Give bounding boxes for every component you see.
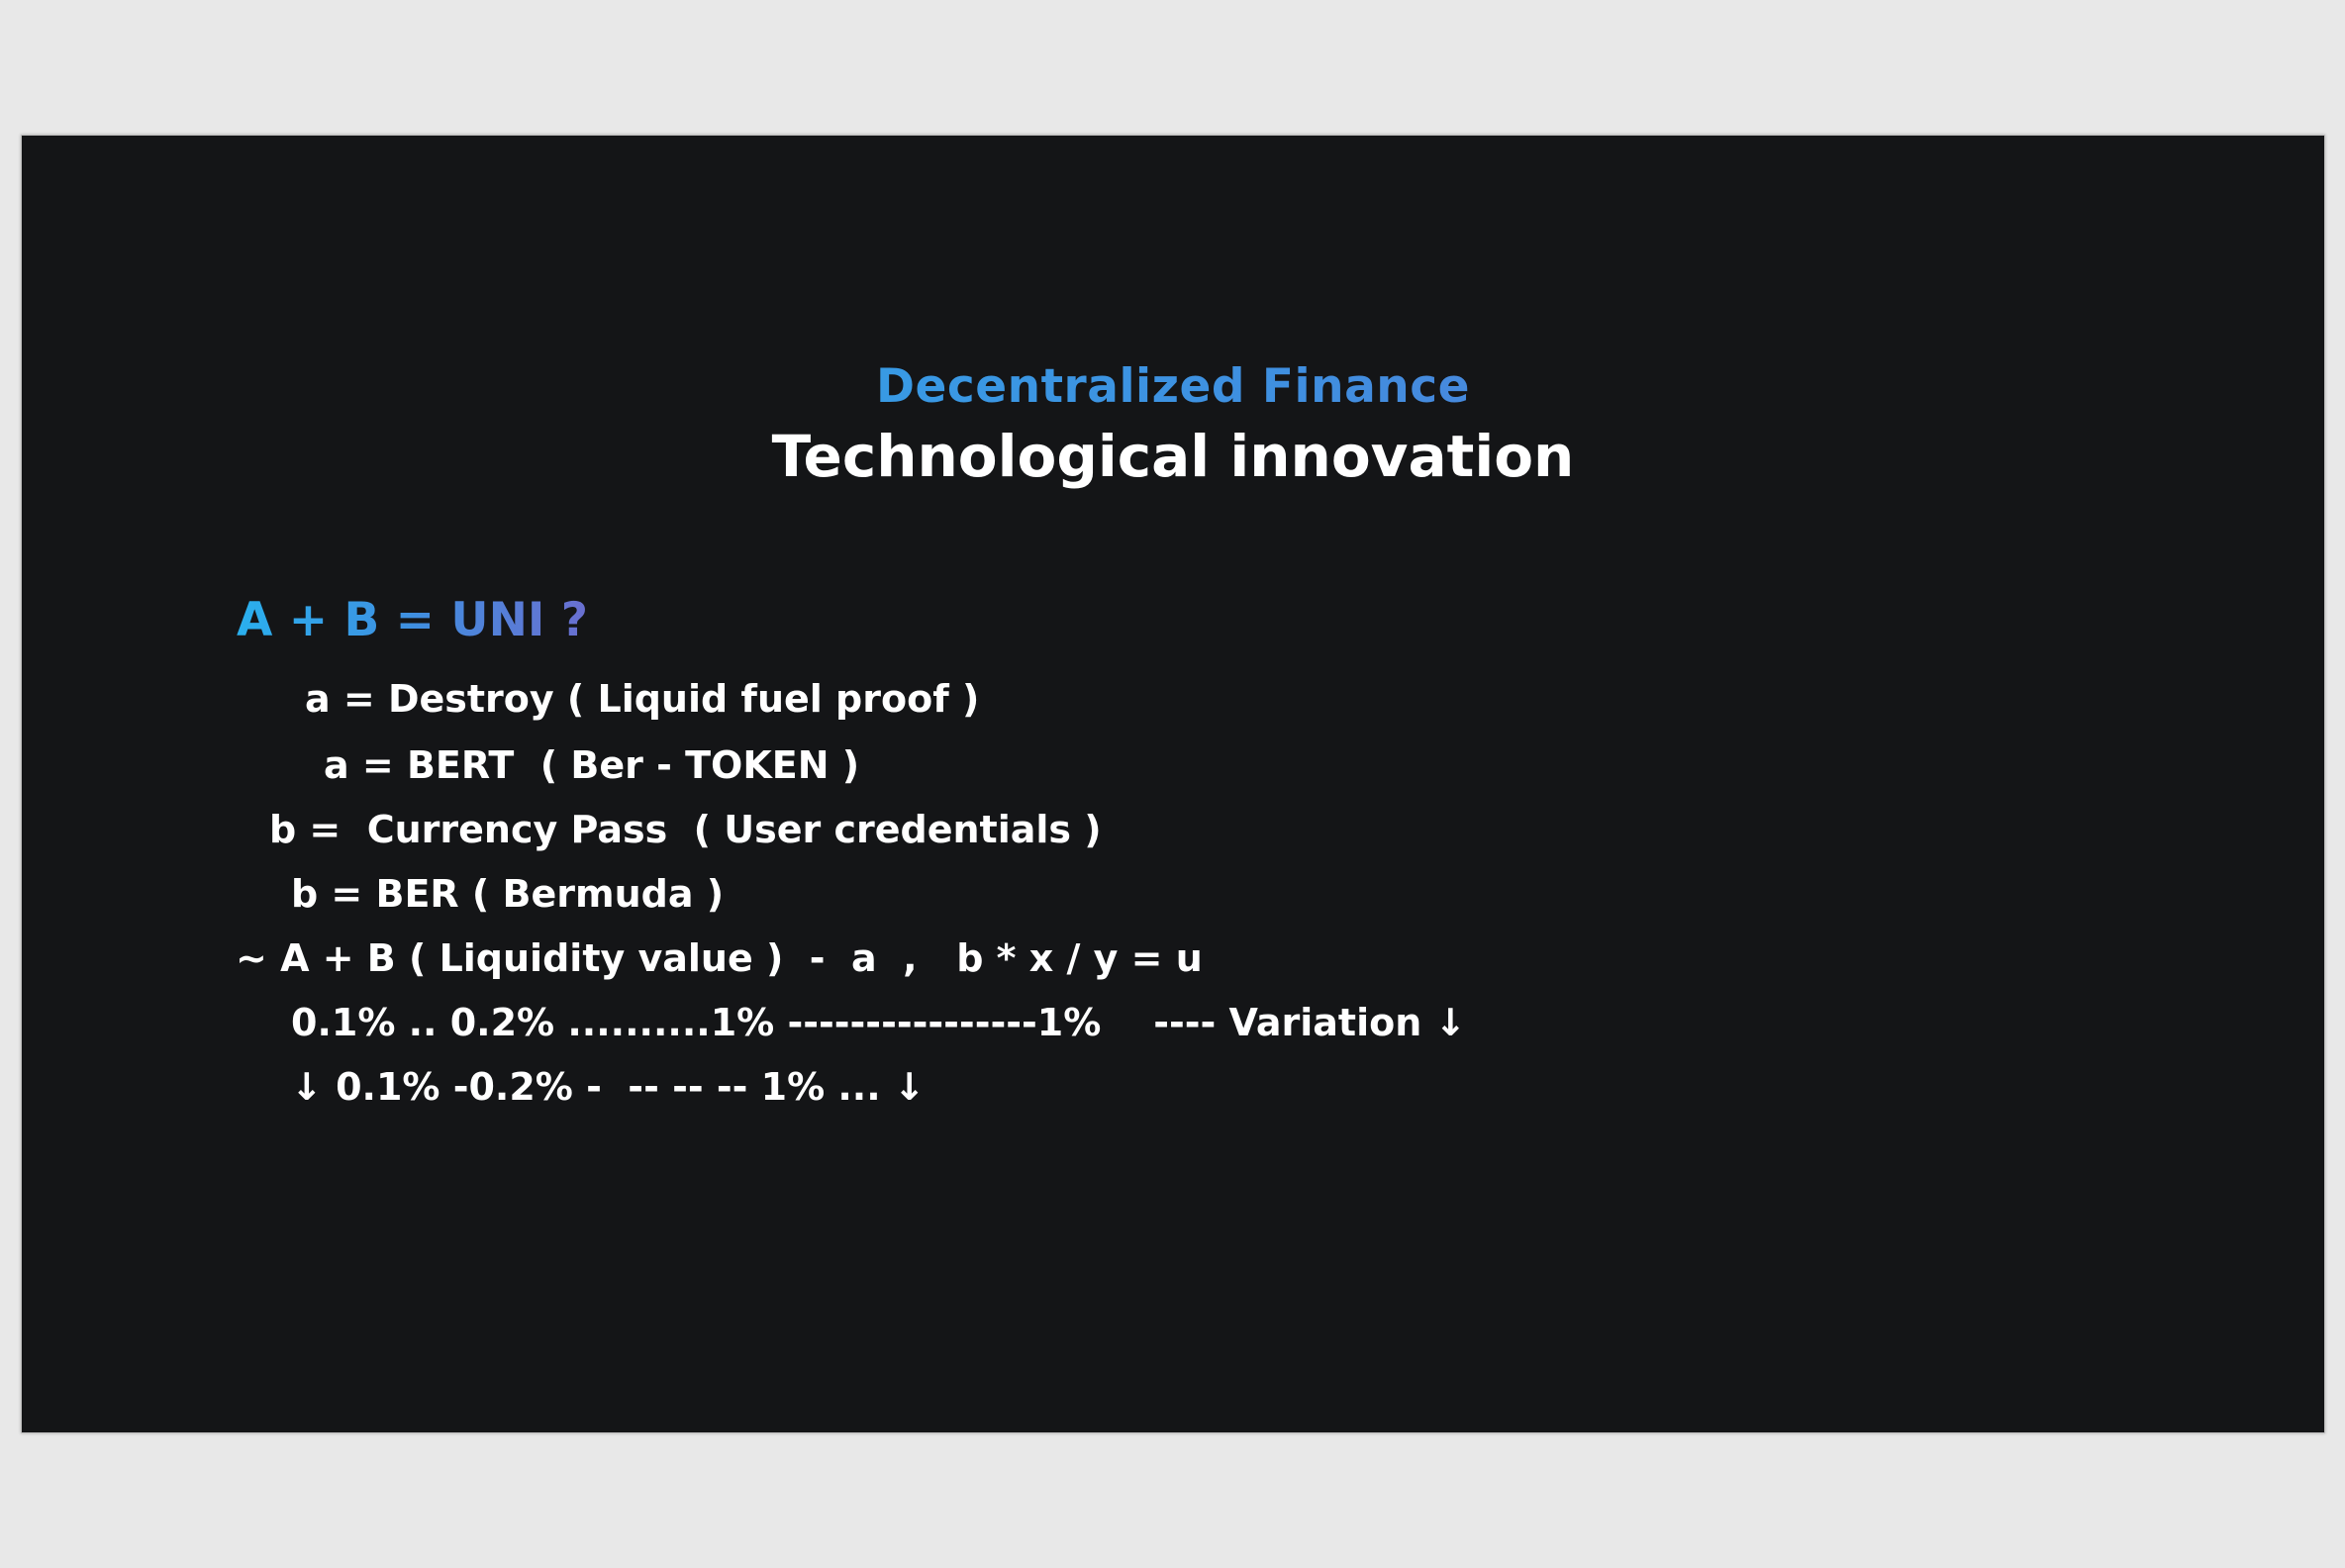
slide-title: Technological innovation	[771, 423, 1575, 490]
slide-canvas[interactable]: Decentralized Finance Technological inno…	[21, 135, 2325, 1433]
equation-heading: A + B = UNI ?	[237, 593, 589, 647]
definition-line-a-bert: a = BERT ( Ber - TOKEN )	[324, 743, 860, 787]
variation-line: 0.1% .. 0.2% ..........1% --------------…	[291, 1001, 1467, 1044]
variation-range-line: ↓ 0.1% -0.2% - -- -- -- 1% ... ↓	[291, 1065, 926, 1109]
slide-subtitle: Decentralized Finance	[22, 359, 2324, 414]
definition-line-b-currency-pass: b = Currency Pass ( User credentials )	[269, 808, 1102, 851]
definition-line-a-destroy: a = Destroy ( Liquid fuel proof )	[305, 677, 980, 721]
formula-line-liquidity: ~ A + B ( Liquidity value ) - a , b * x …	[236, 936, 1203, 980]
presentation-viewport: Decentralized Finance Technological inno…	[0, 0, 2345, 1568]
definition-line-b-ber: b = BER ( Bermuda )	[291, 872, 725, 916]
